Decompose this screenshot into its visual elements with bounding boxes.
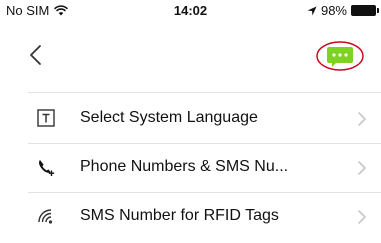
- chevron-right-icon: [358, 210, 366, 224]
- settings-list: Select System Language Phone Numbers & S…: [0, 92, 381, 241]
- message-button[interactable]: [315, 40, 365, 72]
- status-right: 98%: [307, 3, 379, 18]
- chevron-right-icon: [358, 112, 366, 126]
- list-item-label: SMS Number for RFID Tags: [80, 207, 279, 224]
- rfid-signal-icon: [38, 209, 53, 224]
- list-item-label: Select System Language: [80, 109, 258, 126]
- back-button[interactable]: [26, 40, 50, 70]
- message-button-graphic: [316, 41, 364, 71]
- chevron-left-icon: [30, 45, 41, 65]
- text-box-icon: [37, 109, 55, 127]
- nav-bar: [0, 30, 381, 82]
- status-bar: No SIM 14:02 98%: [0, 0, 381, 22]
- list-item-rfid-tags[interactable]: SMS Number for RFID Tags: [0, 192, 381, 241]
- phone-add-icon: [39, 160, 55, 176]
- list-item-phone-numbers[interactable]: Phone Numbers & SMS Nu...: [0, 143, 381, 192]
- list-item-system-language[interactable]: Select System Language: [0, 92, 381, 143]
- battery-percent: 98%: [320, 3, 347, 18]
- location-arrow-icon: [307, 6, 317, 15]
- chat-bubble-icon: [327, 47, 353, 67]
- chevron-right-icon: [358, 161, 366, 175]
- battery-icon: [351, 5, 379, 16]
- list-item-label: Phone Numbers & SMS Nu...: [80, 158, 289, 175]
